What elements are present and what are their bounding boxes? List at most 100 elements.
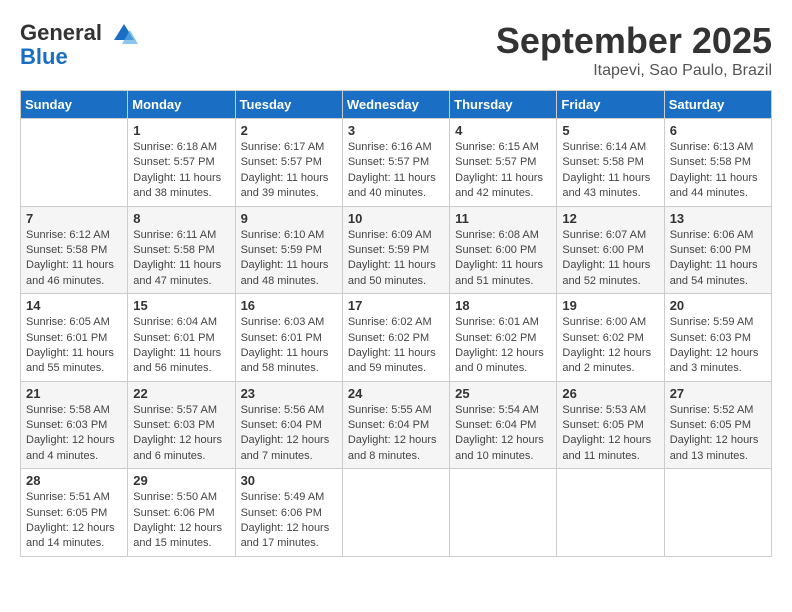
sunrise-text: Sunrise: 6:06 AM — [670, 229, 754, 241]
daylight-text: Daylight: 11 hours and 55 minutes. — [26, 347, 114, 374]
table-row: 16 Sunrise: 6:03 AM Sunset: 6:01 PM Dayl… — [235, 294, 342, 382]
day-number: 9 — [241, 211, 337, 226]
day-number: 2 — [241, 123, 337, 138]
day-number: 30 — [241, 473, 337, 488]
sunrise-text: Sunrise: 6:00 AM — [562, 316, 646, 328]
day-info: Sunrise: 6:03 AM Sunset: 6:01 PM Dayligh… — [241, 315, 337, 377]
sunset-text: Sunset: 5:58 PM — [670, 156, 751, 168]
day-number: 4 — [455, 123, 551, 138]
day-info: Sunrise: 6:14 AM Sunset: 5:58 PM Dayligh… — [562, 140, 658, 202]
day-info: Sunrise: 5:55 AM Sunset: 6:04 PM Dayligh… — [348, 403, 444, 465]
sunrise-text: Sunrise: 6:07 AM — [562, 229, 646, 241]
location: Itapevi, Sao Paulo, Brazil — [496, 62, 772, 80]
table-row: 25 Sunrise: 5:54 AM Sunset: 6:04 PM Dayl… — [450, 381, 557, 469]
day-number: 11 — [455, 211, 551, 226]
table-row: 11 Sunrise: 6:08 AM Sunset: 6:00 PM Dayl… — [450, 206, 557, 294]
daylight-text: Daylight: 11 hours and 43 minutes. — [562, 172, 650, 199]
sunset-text: Sunset: 6:05 PM — [670, 419, 751, 431]
day-number: 5 — [562, 123, 658, 138]
table-row: 22 Sunrise: 5:57 AM Sunset: 6:03 PM Dayl… — [128, 381, 235, 469]
table-row: 1 Sunrise: 6:18 AM Sunset: 5:57 PM Dayli… — [128, 119, 235, 207]
sunrise-text: Sunrise: 6:17 AM — [241, 141, 325, 153]
daylight-text: Daylight: 11 hours and 59 minutes. — [348, 347, 436, 374]
day-number: 18 — [455, 298, 551, 313]
sunrise-text: Sunrise: 6:05 AM — [26, 316, 110, 328]
day-info: Sunrise: 5:56 AM Sunset: 6:04 PM Dayligh… — [241, 403, 337, 465]
day-info: Sunrise: 6:05 AM Sunset: 6:01 PM Dayligh… — [26, 315, 122, 377]
day-number: 17 — [348, 298, 444, 313]
sunset-text: Sunset: 6:01 PM — [26, 332, 107, 344]
table-row: 27 Sunrise: 5:52 AM Sunset: 6:05 PM Dayl… — [664, 381, 771, 469]
sunrise-text: Sunrise: 6:10 AM — [241, 229, 325, 241]
daylight-text: Daylight: 11 hours and 46 minutes. — [26, 259, 114, 286]
table-row: 24 Sunrise: 5:55 AM Sunset: 6:04 PM Dayl… — [342, 381, 449, 469]
day-number: 25 — [455, 386, 551, 401]
sunset-text: Sunset: 5:58 PM — [133, 244, 214, 256]
daylight-text: Daylight: 11 hours and 38 minutes. — [133, 172, 221, 199]
day-number: 29 — [133, 473, 229, 488]
day-info: Sunrise: 5:51 AM Sunset: 6:05 PM Dayligh… — [26, 490, 122, 552]
table-row: 21 Sunrise: 5:58 AM Sunset: 6:03 PM Dayl… — [21, 381, 128, 469]
sunset-text: Sunset: 6:06 PM — [133, 507, 214, 519]
col-tuesday: Tuesday — [235, 91, 342, 119]
day-info: Sunrise: 5:52 AM Sunset: 6:05 PM Dayligh… — [670, 403, 766, 465]
sunset-text: Sunset: 6:03 PM — [26, 419, 107, 431]
day-info: Sunrise: 5:58 AM Sunset: 6:03 PM Dayligh… — [26, 403, 122, 465]
day-info: Sunrise: 5:57 AM Sunset: 6:03 PM Dayligh… — [133, 403, 229, 465]
sunset-text: Sunset: 5:57 PM — [133, 156, 214, 168]
daylight-text: Daylight: 12 hours and 15 minutes. — [133, 522, 222, 549]
day-number: 3 — [348, 123, 444, 138]
daylight-text: Daylight: 11 hours and 56 minutes. — [133, 347, 221, 374]
sunrise-text: Sunrise: 6:03 AM — [241, 316, 325, 328]
table-row: 19 Sunrise: 6:00 AM Sunset: 6:02 PM Dayl… — [557, 294, 664, 382]
day-number: 26 — [562, 386, 658, 401]
day-number: 15 — [133, 298, 229, 313]
sunrise-text: Sunrise: 5:55 AM — [348, 404, 432, 416]
daylight-text: Daylight: 12 hours and 2 minutes. — [562, 347, 651, 374]
day-info: Sunrise: 6:02 AM Sunset: 6:02 PM Dayligh… — [348, 315, 444, 377]
table-row: 12 Sunrise: 6:07 AM Sunset: 6:00 PM Dayl… — [557, 206, 664, 294]
daylight-text: Daylight: 12 hours and 11 minutes. — [562, 434, 651, 461]
daylight-text: Daylight: 11 hours and 52 minutes. — [562, 259, 650, 286]
table-row — [21, 119, 128, 207]
sunrise-text: Sunrise: 6:09 AM — [348, 229, 432, 241]
col-saturday: Saturday — [664, 91, 771, 119]
sunrise-text: Sunrise: 5:54 AM — [455, 404, 539, 416]
day-info: Sunrise: 5:49 AM Sunset: 6:06 PM Dayligh… — [241, 490, 337, 552]
sunset-text: Sunset: 5:57 PM — [241, 156, 322, 168]
sunrise-text: Sunrise: 5:58 AM — [26, 404, 110, 416]
day-number: 13 — [670, 211, 766, 226]
sunrise-text: Sunrise: 5:50 AM — [133, 491, 217, 503]
table-row: 10 Sunrise: 6:09 AM Sunset: 5:59 PM Dayl… — [342, 206, 449, 294]
table-row: 4 Sunrise: 6:15 AM Sunset: 5:57 PM Dayli… — [450, 119, 557, 207]
sunset-text: Sunset: 6:04 PM — [241, 419, 322, 431]
day-number: 21 — [26, 386, 122, 401]
day-number: 8 — [133, 211, 229, 226]
table-row — [450, 469, 557, 557]
sunrise-text: Sunrise: 5:52 AM — [670, 404, 754, 416]
calendar-week-row: 28 Sunrise: 5:51 AM Sunset: 6:05 PM Dayl… — [21, 469, 772, 557]
sunrise-text: Sunrise: 5:56 AM — [241, 404, 325, 416]
day-number: 23 — [241, 386, 337, 401]
day-info: Sunrise: 6:15 AM Sunset: 5:57 PM Dayligh… — [455, 140, 551, 202]
sunrise-text: Sunrise: 6:16 AM — [348, 141, 432, 153]
sunset-text: Sunset: 6:00 PM — [670, 244, 751, 256]
table-row: 23 Sunrise: 5:56 AM Sunset: 6:04 PM Dayl… — [235, 381, 342, 469]
sunrise-text: Sunrise: 6:11 AM — [133, 229, 216, 241]
day-number: 27 — [670, 386, 766, 401]
daylight-text: Daylight: 11 hours and 58 minutes. — [241, 347, 329, 374]
daylight-text: Daylight: 12 hours and 14 minutes. — [26, 522, 115, 549]
sunset-text: Sunset: 5:58 PM — [562, 156, 643, 168]
day-number: 20 — [670, 298, 766, 313]
day-number: 28 — [26, 473, 122, 488]
daylight-text: Daylight: 12 hours and 17 minutes. — [241, 522, 330, 549]
daylight-text: Daylight: 11 hours and 48 minutes. — [241, 259, 329, 286]
table-row: 20 Sunrise: 5:59 AM Sunset: 6:03 PM Dayl… — [664, 294, 771, 382]
calendar-week-row: 21 Sunrise: 5:58 AM Sunset: 6:03 PM Dayl… — [21, 381, 772, 469]
col-monday: Monday — [128, 91, 235, 119]
table-row: 9 Sunrise: 6:10 AM Sunset: 5:59 PM Dayli… — [235, 206, 342, 294]
daylight-text: Daylight: 11 hours and 44 minutes. — [670, 172, 758, 199]
daylight-text: Daylight: 11 hours and 47 minutes. — [133, 259, 221, 286]
day-number: 14 — [26, 298, 122, 313]
daylight-text: Daylight: 12 hours and 3 minutes. — [670, 347, 759, 374]
